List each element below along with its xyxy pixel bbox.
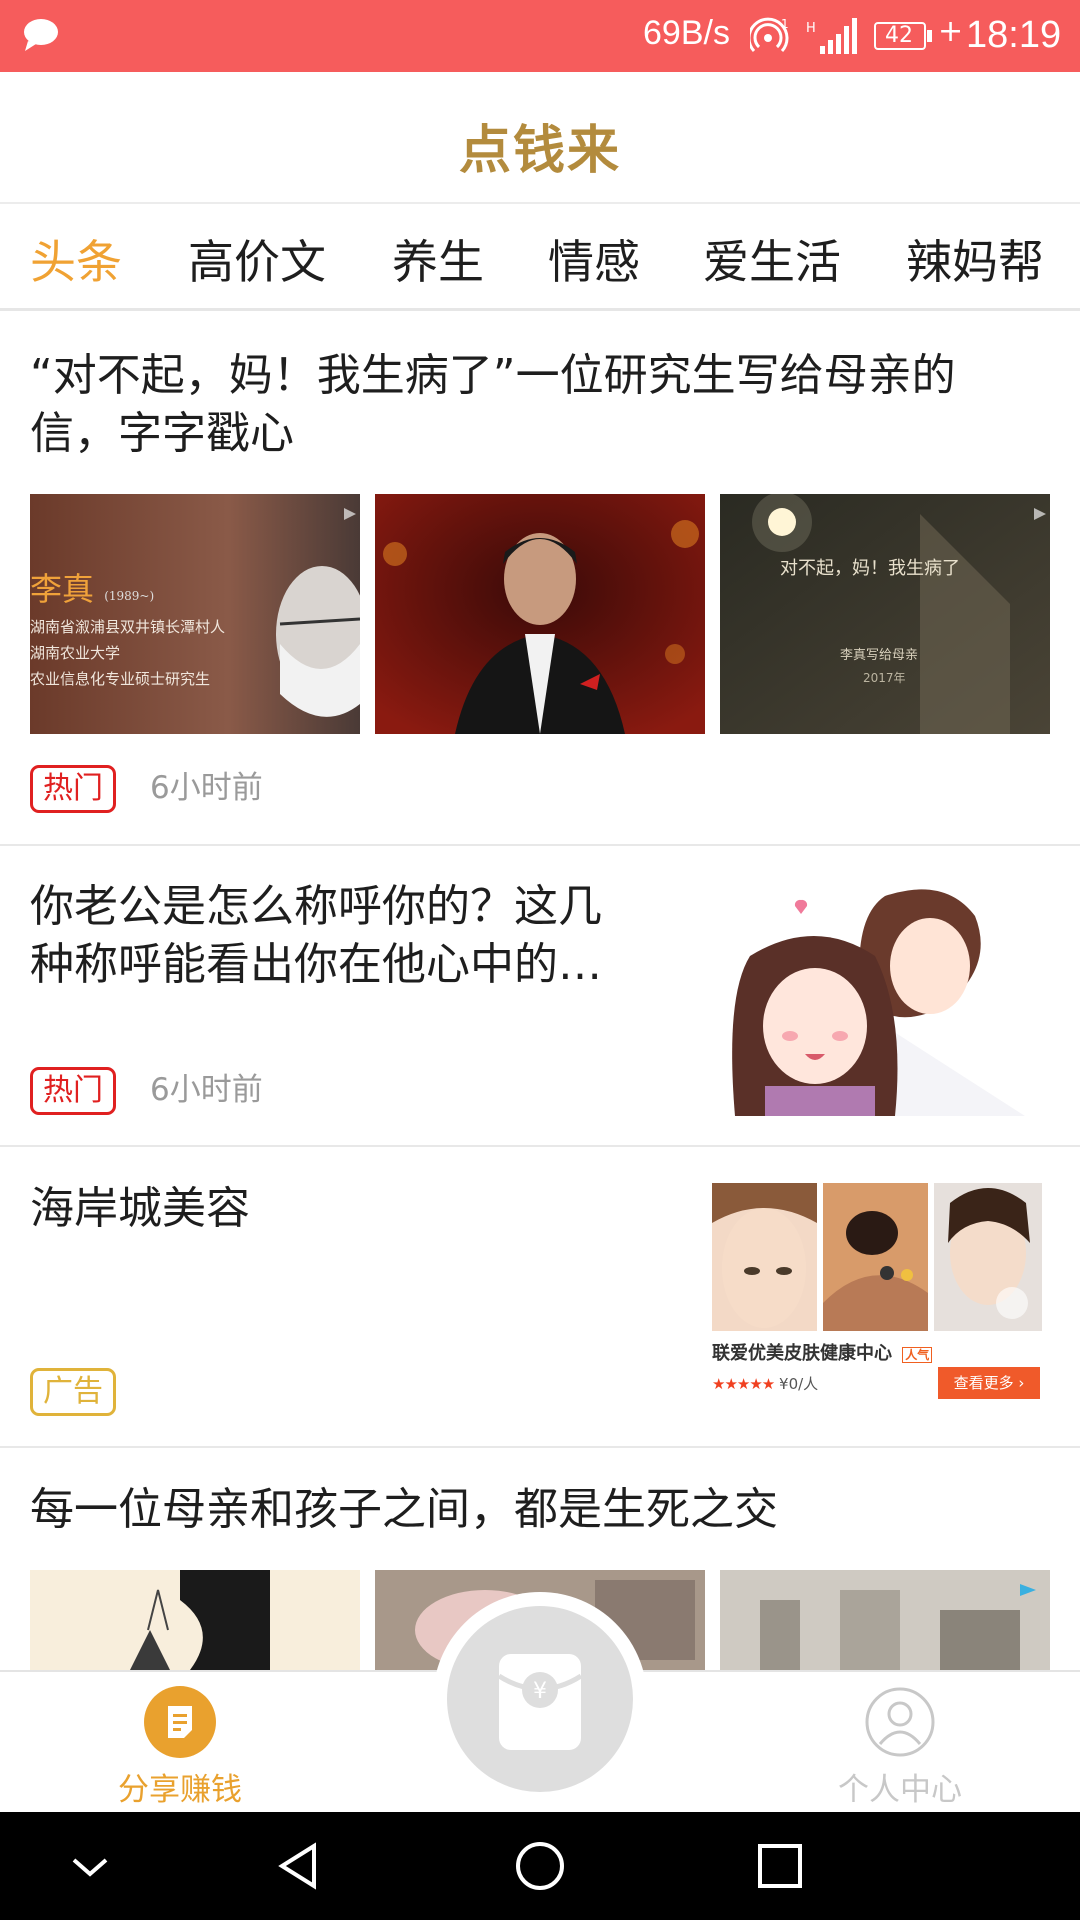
article-time: 6小时前 bbox=[150, 1072, 263, 1108]
svg-text:H: H bbox=[806, 21, 816, 36]
article-item[interactable]: 你老公是怎么称呼你的？这几 种称呼能看出你在他心中的… 热门 6小时前 bbox=[0, 846, 1080, 1147]
ad-price: ¥0/人 bbox=[779, 1375, 819, 1393]
thumbnail-image bbox=[375, 494, 705, 734]
nav-label: 分享赚钱 bbox=[118, 1772, 242, 1808]
red-packet-button[interactable]: ¥ bbox=[447, 1606, 633, 1792]
ad-image bbox=[712, 1183, 1042, 1331]
popularity-tag: 人气 bbox=[902, 1347, 933, 1363]
ad-badge: 广告 bbox=[30, 1368, 116, 1416]
signal-strength-icon: H bbox=[806, 18, 857, 54]
nav-profile[interactable]: 个人中心 bbox=[800, 1686, 1000, 1809]
caption-line: 农业信息化专业硕士研究生 bbox=[30, 670, 211, 688]
system-navigation-bar bbox=[0, 1812, 1080, 1920]
tab-high-price[interactable]: 高价文 bbox=[188, 226, 326, 292]
article-thumbnail[interactable]: 李真 (1989~) 湖南省溆浦县双井镇长潭村人 湖南农业大学 农业信息化专业硕… bbox=[30, 494, 360, 734]
app-title: 点钱来 bbox=[458, 121, 621, 181]
status-bar: 69B/s 1 H 42 + 18:19 bbox=[0, 0, 1080, 72]
article-thumbnail[interactable]: 对不起，妈！我生病了 李真写给母亲 2017年 bbox=[720, 494, 1050, 734]
document-icon bbox=[144, 1686, 216, 1758]
article-item[interactable]: “对不起，妈！我生病了”一位研究生写给母亲的 信，字字戳心 李真 (1989~) bbox=[0, 311, 1080, 846]
home-icon[interactable] bbox=[510, 1836, 570, 1896]
article-thumbnail[interactable] bbox=[720, 1570, 1050, 1670]
network-speed: 69B/s bbox=[643, 14, 730, 52]
chevron-down-icon[interactable] bbox=[60, 1836, 120, 1896]
article-thumbnail[interactable] bbox=[30, 1570, 360, 1670]
message-notification-icon bbox=[24, 19, 58, 51]
article-title: 你老公是怎么称呼你的？这几 种称呼能看出你在他心中的… bbox=[30, 878, 690, 994]
article-title: 每一位母亲和孩子之间，都是生死之交 bbox=[30, 1481, 778, 1539]
ad-item[interactable]: 海岸城美容 联爱优美皮肤健康中心 人气 ★★★★★ ¥0/人 查看更多 › 广告 bbox=[0, 1147, 1080, 1448]
article-thumbnail[interactable] bbox=[705, 876, 1050, 1116]
caption-years: (1989~) bbox=[104, 589, 155, 603]
charging-icon: + bbox=[938, 14, 964, 49]
red-envelope-yuan-icon: ¥ bbox=[497, 1654, 583, 1750]
article-title-line: 种称呼能看出你在他心中的… bbox=[30, 939, 602, 990]
thumbnail-image bbox=[705, 876, 1050, 1116]
caption-line: 对不起，妈！我生病了 bbox=[780, 558, 960, 579]
app-bar: 点钱来 bbox=[0, 72, 1080, 204]
tab-headlines[interactable]: 头条 bbox=[30, 226, 122, 292]
thumbnail-image bbox=[130, 1570, 270, 1670]
back-icon[interactable] bbox=[270, 1836, 330, 1896]
article-title-line: 海岸城美容 bbox=[30, 1183, 250, 1234]
recent-apps-icon[interactable] bbox=[750, 1836, 810, 1896]
nav-share-earn[interactable]: 分享赚钱 bbox=[80, 1686, 280, 1809]
hotspot-icon: 1 bbox=[750, 17, 789, 53]
thumbnail-image bbox=[720, 494, 1050, 734]
article-title-line: “对不起，妈！我生病了”一位研究生写给母亲的 bbox=[30, 350, 956, 401]
article-title: 海岸城美容 bbox=[30, 1180, 250, 1238]
rating-stars: ★★★★★ bbox=[712, 1375, 775, 1393]
ad-shop-name: 联爱优美皮肤健康中心 bbox=[712, 1343, 892, 1364]
svg-text:¥: ¥ bbox=[533, 1679, 547, 1704]
user-icon bbox=[865, 1687, 935, 1757]
hot-badge: 热门 bbox=[30, 765, 116, 813]
tab-moms[interactable]: 辣妈帮 bbox=[906, 226, 1044, 292]
svg-text:1: 1 bbox=[781, 17, 789, 31]
article-title-line: 每一位母亲和孩子之间，都是生死之交 bbox=[30, 1484, 778, 1535]
ad-thumbnail[interactable]: 联爱优美皮肤健康中心 人气 ★★★★★ ¥0/人 查看更多 › bbox=[712, 1183, 1042, 1411]
hot-badge: 热门 bbox=[30, 1067, 116, 1115]
article-title: “对不起，妈！我生病了”一位研究生写给母亲的 信，字字戳心 bbox=[30, 347, 956, 463]
caption-line: 李真写给母亲 bbox=[840, 648, 919, 663]
view-more-button[interactable]: 查看更多 › bbox=[938, 1367, 1040, 1399]
tab-life[interactable]: 爱生活 bbox=[703, 226, 841, 292]
article-title-line: 你老公是怎么称呼你的？这几 bbox=[30, 881, 602, 932]
caption-line: 湖南省溆浦县双井镇长潭村人 bbox=[30, 618, 226, 636]
clock: 18:19 bbox=[966, 14, 1062, 56]
battery-level: 42 bbox=[885, 23, 913, 48]
article-title-line: 信，字字戳心 bbox=[30, 408, 294, 459]
tab-emotion[interactable]: 情感 bbox=[548, 226, 640, 292]
thumbnail-image bbox=[720, 1570, 1050, 1670]
nav-label: 个人中心 bbox=[838, 1772, 962, 1808]
article-thumbnail[interactable] bbox=[375, 494, 705, 734]
caption-line: 湖南农业大学 bbox=[30, 644, 121, 662]
tab-health[interactable]: 养生 bbox=[392, 226, 484, 292]
category-tabs: 头条 高价文 养生 情感 爱生活 辣妈帮 bbox=[0, 204, 1080, 311]
article-time: 6小时前 bbox=[150, 770, 263, 806]
caption-line: 2017年 bbox=[863, 671, 906, 685]
caption-name: 李真 bbox=[30, 570, 95, 608]
